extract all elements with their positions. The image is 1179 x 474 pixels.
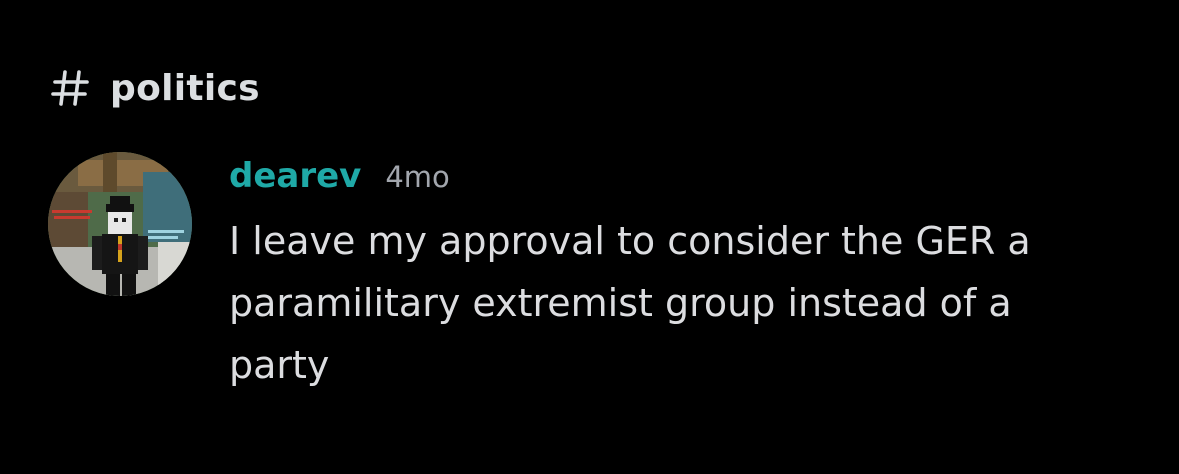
username[interactable]: dearev [229,156,361,196]
hash-icon [50,68,90,108]
timestamp: 4mo [385,160,450,194]
message-text: I leave my approval to consider the GER … [229,219,1031,387]
channel-name[interactable]: politics [110,68,260,109]
message-body: dearev 4mo I leave my approval to consid… [229,156,1129,396]
channel-header: politics [50,62,260,114]
avatar[interactable] [48,152,192,296]
message-header: dearev 4mo [229,156,1129,204]
